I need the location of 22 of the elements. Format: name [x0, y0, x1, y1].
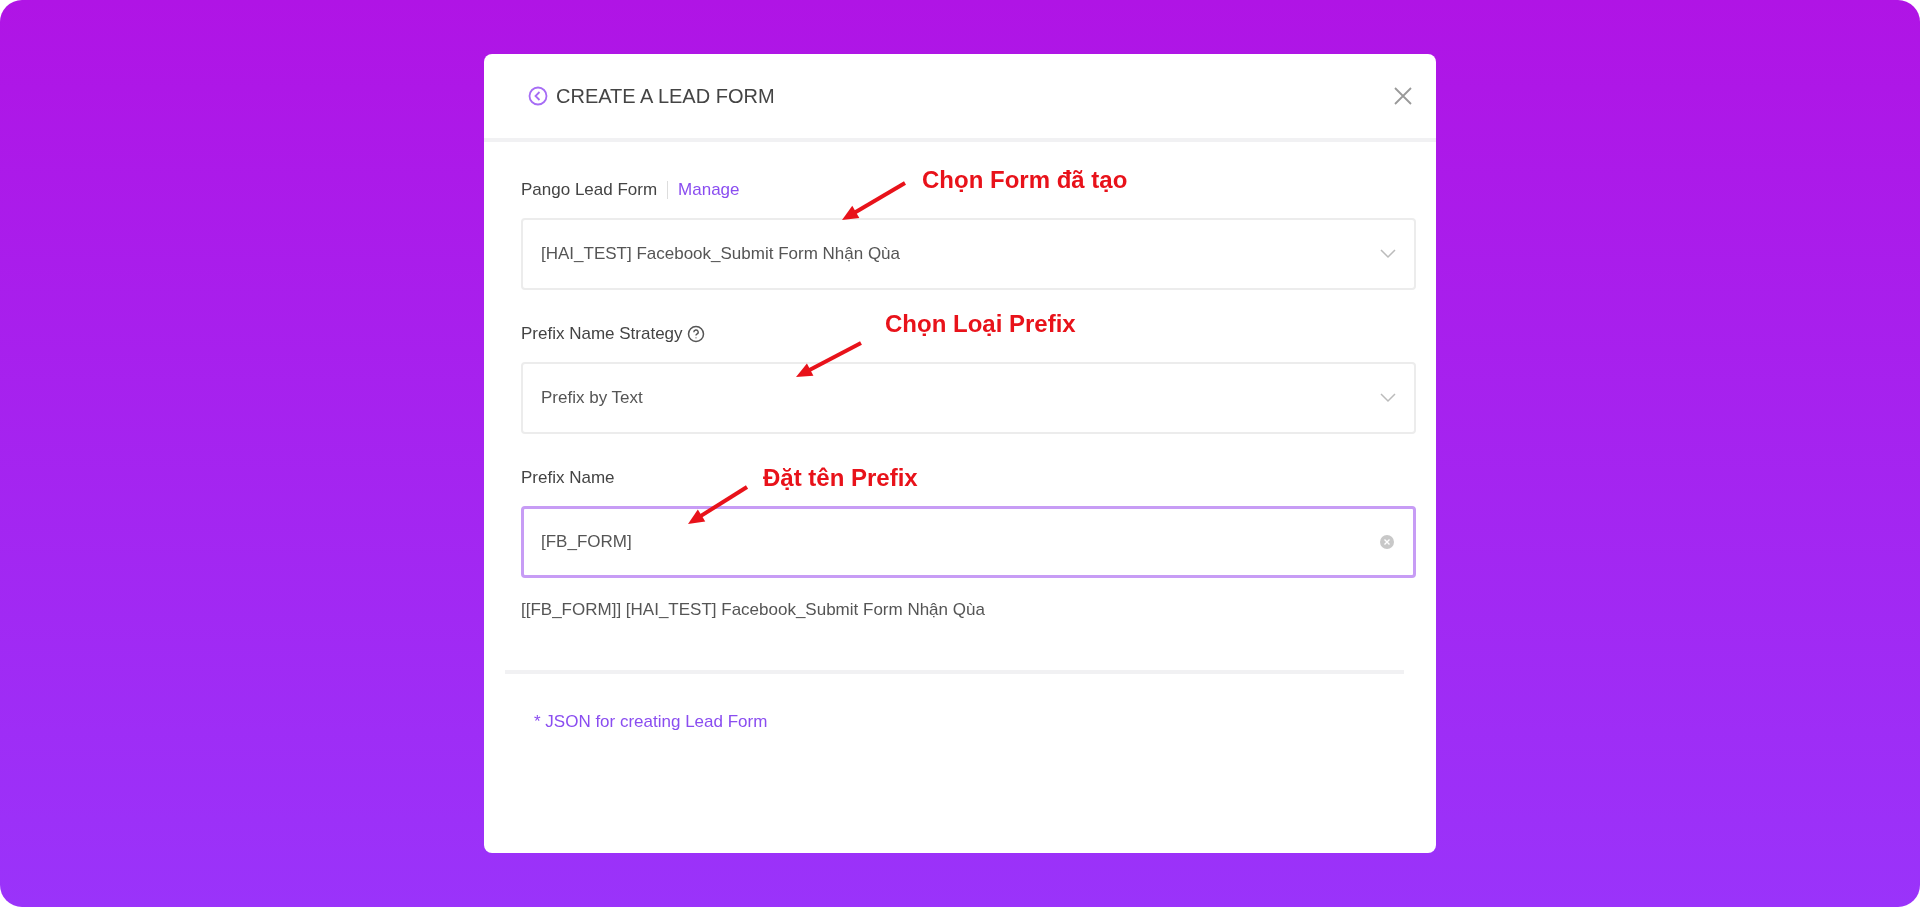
field-label: Pango Lead Form [521, 180, 658, 200]
clear-icon[interactable] [1379, 534, 1395, 550]
dialog-title: CREATE A LEAD FORM [556, 84, 776, 108]
field-label: Prefix Name Strategy [521, 324, 683, 344]
annotation-text: Chọn Form đã tạo [922, 166, 1128, 194]
manage-link[interactable]: Manage [678, 180, 740, 200]
chevron-down-icon [1380, 393, 1396, 403]
field-label: Prefix Name [521, 468, 615, 488]
json-link[interactable]: * JSON for creating Lead Form [534, 712, 768, 731]
arrow [796, 341, 862, 377]
annotation-text: Đặt tên Prefix [763, 464, 918, 492]
arrow [842, 181, 906, 220]
prefix-name-field[interactable]: [FB_FORM] [521, 506, 1416, 578]
strategy-select[interactable]: Prefix by Text [521, 362, 1416, 434]
help-icon [686, 325, 705, 343]
back-icon[interactable] [528, 86, 548, 106]
preview-text: [[FB_FORM]] [HAI_TEST] Facebook_Submit Form Nhận Qùa [521, 600, 986, 620]
arrow [688, 485, 749, 524]
annotation-text: Chọn Loại Prefix [885, 310, 1076, 338]
chevron-down-icon [1380, 249, 1396, 259]
close-icon[interactable] [1394, 87, 1412, 105]
lead-form-select[interactable]: [HAI_TEST] Facebook_Submit Form Nhận Qùa [521, 218, 1416, 290]
